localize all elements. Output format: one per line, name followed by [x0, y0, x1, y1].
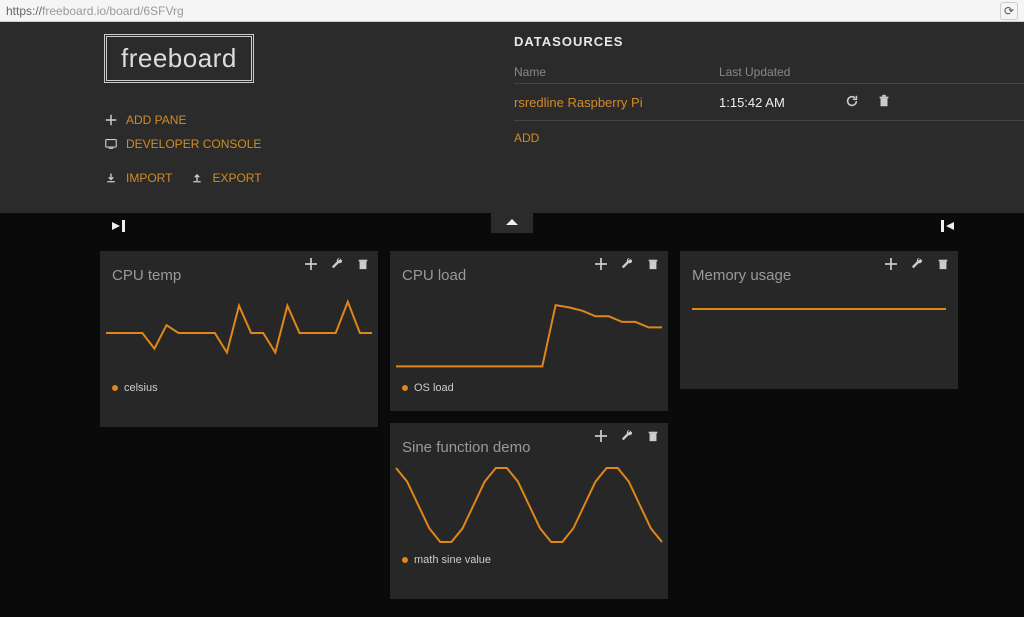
trash-icon[interactable] [356, 257, 370, 271]
legend-dot [402, 385, 408, 391]
toolbar-row [0, 213, 1024, 243]
add-pane-label: ADD PANE [126, 113, 186, 127]
chart-cpu-temp [100, 288, 378, 378]
shrink-left-button[interactable] [108, 219, 126, 233]
header-left: freeboard ADD PANE DEVELOPER CONSOLE IMP… [104, 34, 404, 195]
pane-cpu-temp: CPU temp celsius [100, 251, 378, 427]
column-3: Memory usage [680, 251, 958, 599]
trash-icon[interactable] [646, 429, 660, 443]
url-protocol: https:// [6, 4, 42, 18]
legend-label: celsius [124, 382, 158, 394]
expand-right-button[interactable] [940, 219, 958, 233]
add-datasource-button[interactable]: ADD [514, 131, 1024, 145]
wrench-icon[interactable] [620, 257, 634, 271]
legend: OS load [390, 378, 668, 404]
logo: freeboard [104, 34, 254, 83]
wrench-icon[interactable] [330, 257, 344, 271]
datasources-panel: DATASOURCES Name Last Updated rsredline … [514, 34, 1024, 195]
refresh-icon[interactable] [845, 94, 861, 110]
collapse-header-button[interactable] [491, 213, 533, 233]
export-icon [190, 171, 204, 185]
browser-address-bar: https://freeboard.io/board/6SFVrg ⟳ [0, 0, 1024, 22]
add-pane-button[interactable]: ADD PANE [104, 113, 404, 127]
legend-label: math sine value [414, 554, 491, 566]
chart-sine [390, 460, 668, 550]
url-path: freeboard.io/board/6SFVrg [42, 4, 184, 18]
pane-add-icon[interactable] [594, 257, 608, 271]
legend-dot [112, 385, 118, 391]
datasources-title: DATASOURCES [514, 34, 1024, 49]
column-2: CPU load OS load Sine function demo math… [390, 251, 668, 599]
pane-add-icon[interactable] [304, 257, 318, 271]
chart-memory [680, 288, 958, 348]
datasource-name[interactable]: rsredline Raspberry Pi [514, 95, 719, 110]
trash-icon[interactable] [646, 257, 660, 271]
header-band: freeboard ADD PANE DEVELOPER CONSOLE IMP… [0, 22, 1024, 213]
console-icon [104, 137, 118, 151]
legend: math sine value [390, 550, 668, 576]
legend-label: OS load [414, 382, 454, 394]
datasource-row: rsredline Raspberry Pi 1:15:42 AM [514, 83, 1024, 121]
col-name-header: Name [514, 65, 719, 79]
pane-memory: Memory usage [680, 251, 958, 389]
datasources-header-row: Name Last Updated [514, 65, 1024, 79]
pane-add-icon[interactable] [594, 429, 608, 443]
import-icon [104, 171, 118, 185]
chart-cpu-load [390, 288, 668, 378]
logo-text: freeboard [121, 43, 237, 73]
import-button[interactable]: IMPORT [104, 171, 172, 185]
developer-console-button[interactable]: DEVELOPER CONSOLE [104, 137, 404, 151]
col-updated-header: Last Updated [719, 65, 790, 79]
url-display: https://freeboard.io/board/6SFVrg [6, 4, 1000, 18]
developer-console-label: DEVELOPER CONSOLE [126, 137, 261, 151]
pane-sine: Sine function demo math sine value [390, 423, 668, 599]
wrench-icon[interactable] [910, 257, 924, 271]
legend-dot [402, 557, 408, 563]
trash-icon[interactable] [936, 257, 950, 271]
export-button[interactable]: EXPORT [190, 171, 261, 185]
trash-icon[interactable] [877, 94, 893, 110]
pane-cpu-load: CPU load OS load [390, 251, 668, 411]
plus-icon [104, 113, 118, 127]
import-label: IMPORT [126, 171, 172, 185]
dashboard: CPU temp celsius CPU load OS load [0, 243, 1024, 599]
wrench-icon[interactable] [620, 429, 634, 443]
pane-add-icon[interactable] [884, 257, 898, 271]
export-label: EXPORT [212, 171, 261, 185]
legend: celsius [100, 378, 378, 404]
reload-button[interactable]: ⟳ [1000, 2, 1018, 20]
datasource-updated: 1:15:42 AM [719, 95, 829, 110]
column-1: CPU temp celsius [100, 251, 378, 599]
